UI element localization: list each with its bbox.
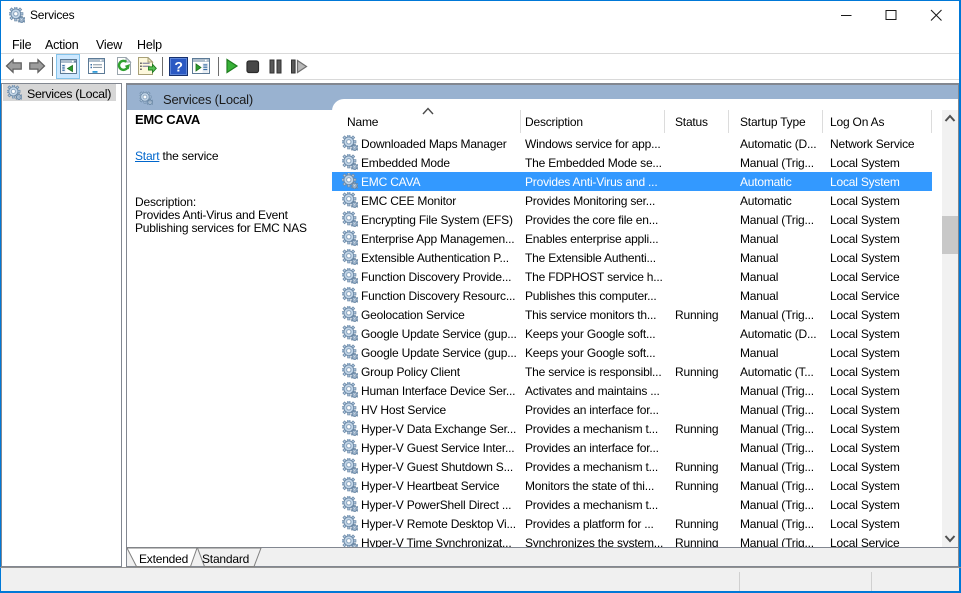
svg-text:?: ? bbox=[174, 59, 182, 75]
